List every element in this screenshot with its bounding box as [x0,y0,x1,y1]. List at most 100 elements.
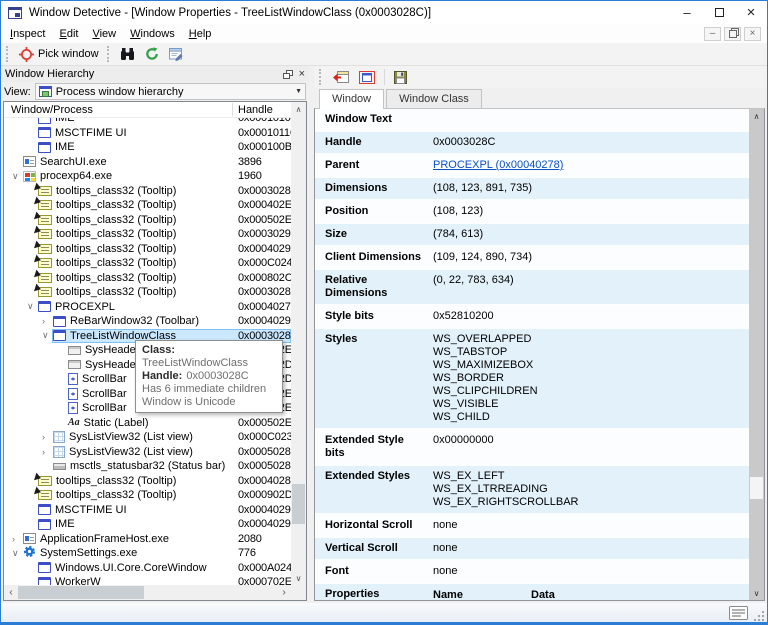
column-separator[interactable] [232,103,233,116]
property-value: WS_EX_LEFTWS_EX_LTRREADINGWS_EX_RIGHTSCR… [425,466,749,513]
tree-item-label: SysListView32 (List view) [69,431,193,443]
tree-row[interactable]: msctls_statusbar32 (Status bar)0x0005028… [4,459,291,474]
tree-row[interactable]: tooltips_class32 (Tooltip)0x00040296 [4,242,291,257]
tab-window[interactable]: Window [319,89,384,109]
tree-row[interactable]: ›SysListView32 (List view)0x000C023A [4,430,291,445]
property-value: (0, 22, 783, 634) [425,270,749,291]
resize-grip[interactable] [752,609,765,622]
tree-row[interactable]: MSCTFIME UI0x0001011C [4,126,291,141]
expand-chevron-icon[interactable]: › [12,534,23,544]
tree-row[interactable]: tooltips_class32 (Tooltip)0x000502E0 [4,213,291,228]
scroll-up-icon[interactable]: ∧ [749,109,764,123]
property-value [425,109,749,130]
tree-item-label: ScrollBar [82,402,127,414]
toolbar-grip[interactable] [6,46,11,62]
mdi-minimize-button[interactable]: – [704,27,721,41]
tree-item-handle: 0x0001010C [238,118,291,124]
locate-in-tree-button[interactable] [327,69,354,86]
toolbar-grip-2[interactable] [107,46,112,62]
view-mode-combobox[interactable]: Process window hierarchy ▼ [35,83,306,100]
tree-vscroll-thumb[interactable] [292,484,305,524]
tree-item-label: procexp64.exe [40,170,112,182]
menu-item-help[interactable]: Help [182,26,219,42]
properties-toolbar-grip[interactable] [319,69,324,85]
mdi-minimize-icon: – [710,28,716,39]
tree-item-label: tooltips_class32 (Tooltip) [56,272,176,284]
tree-row[interactable]: SearchUI.exe3896 [4,155,291,170]
tree-row[interactable]: ›SysListView32 (List view)0x00050288 [4,445,291,460]
tree-row[interactable]: Windows.UI.Core.CoreWindow0x000A024E [4,561,291,576]
collapse-chevron-icon[interactable]: ∨ [12,548,23,559]
tree-row[interactable]: tooltips_class32 (Tooltip)0x000402EA [4,198,291,213]
refresh-button[interactable] [140,45,164,63]
save-button[interactable] [389,69,412,86]
tree-row[interactable]: tooltips_class32 (Tooltip)0x000C024A [4,256,291,271]
parent-window-link[interactable]: PROCEXPL (0x00040278) [433,159,563,171]
menu-item-view[interactable]: View [85,26,123,42]
scroll-right-icon[interactable]: › [277,585,291,600]
expand-chevron-icon[interactable]: › [42,316,53,326]
property-label: Extended Styles [315,466,425,487]
pick-window-button[interactable]: Pick window [14,45,104,64]
tree-row[interactable]: WorkerW0x000702EE [4,575,291,585]
view-mode-value: Process window hierarchy [56,86,184,98]
window-properties-panel: WindowWindow Class Window TextHandle0x00… [314,66,767,603]
expand-chevron-icon[interactable]: › [42,447,53,457]
scroll-down-icon[interactable]: ∨ [749,586,764,600]
tree-row[interactable]: tooltips_class32 (Tooltip)0x0003028A [4,285,291,300]
maximize-button[interactable] [703,1,735,24]
tree-row[interactable]: tooltips_class32 (Tooltip)0x000802CE [4,271,291,286]
scrollbar-icon [68,373,78,385]
tree-item-label: Static (Label) [84,417,149,429]
mdi-restore-button[interactable] [724,27,741,41]
header-icon [68,360,81,369]
collapse-chevron-icon[interactable]: ∨ [42,330,53,341]
property-label: Vertical Scroll [315,538,425,559]
tree-column-headers[interactable]: Window/Process Handle [4,102,306,118]
tooltip-icon [38,200,52,210]
tree-row[interactable]: ›ReBarWindow32 (Toolbar)0x0004029E [4,314,291,329]
scroll-up-icon[interactable]: ∧ [291,102,306,116]
tree-row[interactable]: ∨PROCEXPL0x00040278 [4,300,291,315]
tooltip-handle-value: 0x0003028C [186,370,248,382]
collapse-chevron-icon[interactable]: ∨ [27,301,38,312]
tree-horizontal-scrollbar[interactable]: ‹ › [4,585,291,600]
tree-row[interactable]: ∨SystemSettings.exe776 [4,546,291,561]
minimize-button[interactable]: – [671,1,703,24]
tree-row[interactable]: MSCTFIME UI0x0004029C [4,503,291,518]
tree-row[interactable]: IME0x00040298 [4,517,291,532]
tree-row[interactable]: IME0x0001010C [4,118,291,126]
scroll-left-icon[interactable]: ‹ [4,585,18,600]
edit-properties-button[interactable] [164,46,189,63]
tree-vertical-scrollbar[interactable]: ∧ ∨ [291,102,306,585]
menu-item-inspect[interactable]: Inspect [3,26,52,42]
tree-row[interactable]: IME0x000100B4 [4,140,291,155]
menu-item-windows[interactable]: Windows [123,26,182,42]
scrollbar-icon [68,402,78,414]
tab-window-class[interactable]: Window Class [386,89,482,108]
properties-vertical-scrollbar[interactable]: ∧ ∨ [749,109,764,600]
mdi-close-button[interactable]: × [744,27,761,41]
expand-chevron-icon[interactable]: › [42,432,53,442]
tree-row[interactable]: tooltips_class32 (Tooltip)0x0003028E [4,184,291,199]
tree-row[interactable]: tooltips_class32 (Tooltip)0x00030292 [4,227,291,242]
app-logo-icon [8,7,22,19]
scroll-down-icon[interactable]: ∨ [291,571,306,585]
property-label: Properties [315,584,425,600]
highlight-window-button[interactable] [354,69,380,86]
tree-row[interactable]: AaStatic (Label)0x000502E2 [4,416,291,431]
tree-row[interactable]: ›ApplicationFrameHost.exe2080 [4,532,291,547]
message-log-button[interactable] [729,606,748,620]
properties-vscroll-thumb[interactable] [750,477,763,499]
find-window-button[interactable] [115,46,140,63]
close-panel-icon[interactable]: × [299,69,305,79]
tree-row[interactable]: tooltips_class32 (Tooltip)0x000902D8 [4,488,291,503]
menu-item-edit[interactable]: Edit [52,26,85,42]
collapse-chevron-icon[interactable]: ∨ [12,171,23,182]
tree-hscroll-thumb[interactable] [18,586,144,599]
float-panel-icon[interactable] [283,70,293,79]
pick-window-label: Pick window [38,48,99,60]
close-button[interactable]: × [735,1,767,24]
tree-row[interactable]: tooltips_class32 (Tooltip)0x00040284 [4,474,291,489]
tree-row[interactable]: ∨procexp64.exe1960 [4,169,291,184]
